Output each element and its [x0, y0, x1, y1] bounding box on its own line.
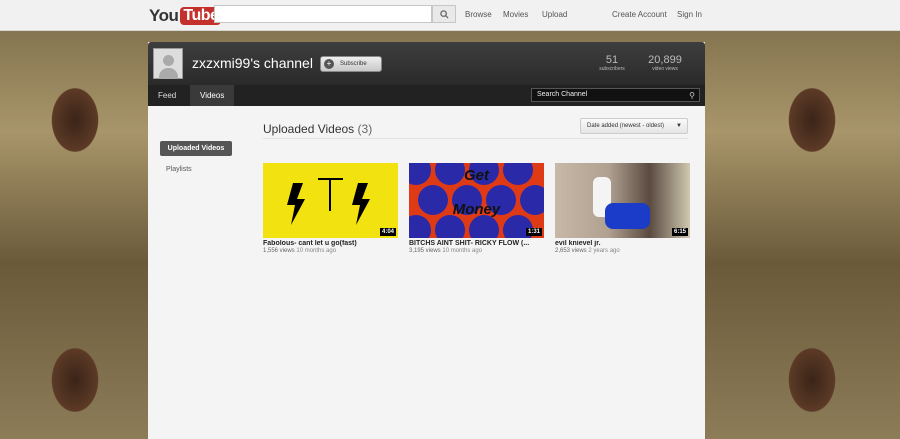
video-duration: 6:15	[671, 228, 688, 236]
lightning-logo-icon	[287, 178, 370, 225]
video-views: 1,556 views	[263, 248, 295, 254]
channel-card: zxzxmi99's channel + Subscribe 51 subscr…	[148, 42, 705, 439]
video-thumbnail[interactable]: 6:15	[555, 163, 690, 238]
thumbnail-text: Money	[452, 201, 501, 218]
video-meta: 1,556 views 10 months ago	[263, 248, 398, 254]
tab-videos[interactable]: Videos	[190, 85, 235, 106]
sidebar-item-playlists[interactable]: Playlists	[166, 166, 192, 173]
video-thumbnail[interactable]: 4:04	[263, 163, 398, 238]
video-meta: 2,653 views 2 years ago	[555, 248, 690, 254]
channel-avatar[interactable]	[153, 48, 183, 79]
video-thumbnail[interactable]: Get Money 1:31	[409, 163, 544, 238]
search-input[interactable]	[214, 5, 432, 23]
thumbnail-text: Get	[463, 167, 489, 184]
top-bar: You Tube Browse Movies Upload Create Acc…	[0, 0, 900, 31]
sort-label: Date added (newest - oldest)	[587, 123, 665, 129]
search-icon	[439, 9, 449, 19]
divider	[263, 138, 688, 139]
pattern-dot	[409, 215, 431, 238]
video-title[interactable]: BITCHS AINT SHIT- RICKY FLOW (...	[409, 240, 544, 247]
views-count: 20,899	[648, 54, 682, 66]
search-button[interactable]	[432, 5, 456, 23]
video-title[interactable]: Fabolous- cant let u go(fast)	[263, 240, 398, 247]
video-views: 3,195 views	[409, 248, 441, 254]
subscriber-label: subscribers	[599, 66, 625, 72]
video-age: 2 years ago	[588, 248, 620, 254]
sidebar-item-uploaded-videos[interactable]: Uploaded Videos	[160, 141, 232, 156]
channel-header: zxzxmi99's channel + Subscribe 51 subscr…	[148, 42, 705, 85]
video-item[interactable]: 6:15 evil knievel jr. 2,653 views 2 year…	[555, 163, 690, 254]
nav-browse[interactable]: Browse	[465, 10, 492, 19]
section-title: Uploaded Videos (3)	[263, 122, 372, 136]
nav-upload[interactable]: Upload	[542, 10, 567, 19]
search-icon[interactable]: ⚲	[689, 90, 695, 102]
sort-dropdown[interactable]: Date added (newest - oldest) ▼	[580, 118, 688, 134]
video-duration: 4:04	[379, 228, 396, 236]
create-account-link[interactable]: Create Account	[612, 10, 667, 19]
video-title[interactable]: evil knievel jr.	[555, 240, 690, 247]
thumbnail-toy-car	[605, 203, 650, 229]
video-item[interactable]: Get Money 1:31 BITCHS AINT SHIT- RICKY F…	[409, 163, 544, 254]
caret-down-icon: ▼	[676, 123, 682, 129]
subscribe-label: Subscribe	[340, 61, 367, 67]
channel-search-placeholder: Search Channel	[537, 91, 588, 98]
pattern-dot	[435, 215, 465, 238]
pattern-dot	[469, 215, 499, 238]
tab-feed[interactable]: Feed	[148, 85, 186, 106]
nav-movies[interactable]: Movies	[503, 10, 528, 19]
video-age: 10 months ago	[442, 248, 483, 254]
plus-icon: +	[324, 59, 334, 69]
channel-search-input[interactable]: Search Channel ⚲	[531, 88, 700, 102]
video-views: 2,653 views	[555, 248, 587, 254]
youtube-logo[interactable]: You Tube	[149, 5, 222, 26]
video-item[interactable]: 4:04 Fabolous- cant let u go(fast) 1,556…	[263, 163, 398, 254]
section-count: (3)	[357, 122, 373, 136]
sign-in-link[interactable]: Sign In	[677, 10, 702, 19]
section-title-text: Uploaded Videos	[263, 122, 355, 136]
logo-you-text: You	[149, 5, 179, 25]
views-label: video views	[652, 66, 678, 72]
video-age: 10 months ago	[296, 248, 337, 254]
subscribe-button[interactable]: + Subscribe	[320, 56, 382, 72]
channel-title: zxzxmi99's channel	[192, 55, 313, 71]
video-meta: 3,195 views 10 months ago	[409, 248, 544, 254]
subscriber-count: 51	[605, 54, 619, 66]
video-duration: 1:31	[525, 228, 542, 236]
views-stat: 20,899 video views	[646, 55, 684, 73]
subscriber-stat: 51 subscribers	[597, 55, 627, 73]
